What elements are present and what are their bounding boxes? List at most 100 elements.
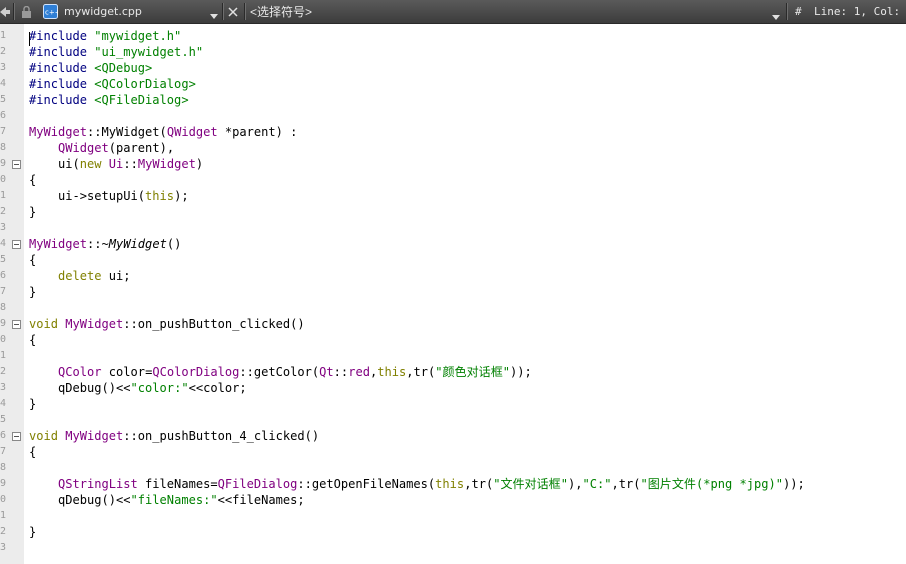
code-line[interactable]: 4 MyWidget::~MyWidget() — [0, 236, 906, 252]
code-line[interactable]: 7} — [0, 284, 906, 300]
code-text: { — [29, 444, 36, 460]
code-line[interactable]: 6 — [0, 108, 906, 124]
code-line[interactable]: 9 QStringList fileNames=QFileDialog::get… — [0, 476, 906, 492]
code-line[interactable]: 9 ui(new Ui::MyWidget) — [0, 156, 906, 172]
code-editor[interactable]: 1 #include "mywidget.h" 2 #include "ui_mywi… — [0, 24, 906, 564]
fold-collapse-icon[interactable] — [12, 320, 21, 329]
code-text: #include <QFileDialog> — [29, 92, 189, 108]
code-line[interactable]: 1 — [0, 508, 906, 524]
code-line[interactable]: 0{ — [0, 332, 906, 348]
code-token: } — [29, 525, 37, 539]
code-line[interactable]: 9 void MyWidget::on_pushButton_clicked() — [0, 316, 906, 332]
line-number: 1 — [0, 350, 6, 361]
code-token: )); — [782, 477, 805, 491]
code-line[interactable]: 5 — [0, 412, 906, 428]
code-token: )); — [510, 365, 532, 379]
fold-collapse-icon[interactable] — [12, 240, 21, 249]
code-token: *parent) : — [217, 125, 298, 139]
code-line[interactable]: 2} — [0, 524, 906, 540]
close-icon[interactable] — [228, 0, 240, 23]
code-token: ,tr( — [464, 477, 494, 491]
code-token: Ui — [108, 157, 124, 171]
code-line[interactable]: 7{ — [0, 444, 906, 460]
code-token: color= — [101, 365, 153, 379]
line-number: 2 — [0, 526, 6, 537]
line-number: 9 — [0, 158, 6, 169]
code-token: this — [145, 189, 175, 203]
code-token: } — [29, 397, 37, 411]
code-token: { — [29, 445, 37, 459]
code-line[interactable]: 3 — [0, 220, 906, 236]
code-line[interactable]: 1 — [0, 348, 906, 364]
code-line[interactable]: 6 delete ui; — [0, 268, 906, 284]
code-line[interactable]: 4} — [0, 396, 906, 412]
code-token: "color:" — [130, 381, 189, 395]
line-number: 8 — [0, 302, 6, 313]
file-selector[interactable]: mywidget.cpp — [64, 0, 220, 23]
code-line[interactable]: 6 void MyWidget::on_pushButton_4_clicked(… — [0, 428, 906, 444]
code-token: #include — [29, 29, 95, 43]
code-text: #include <QColorDialog> — [29, 76, 196, 92]
line-number: 1 — [0, 510, 6, 521]
line-number: 5 — [0, 414, 6, 425]
code-token: #include — [29, 45, 95, 59]
lock-icon[interactable] — [21, 0, 33, 23]
code-line[interactable]: 1 #include "mywidget.h" — [0, 28, 906, 44]
text-cursor — [29, 32, 30, 46]
code-text: { — [29, 332, 36, 348]
line-number: 3 — [0, 62, 6, 73]
editor-toolbar: c++ mywidget.cpp <选择符号> # Line: 1, Col: … — [0, 0, 906, 24]
hash-indicator: # — [795, 5, 802, 18]
code-line[interactable]: 8 — [0, 300, 906, 316]
code-token: <<color; — [188, 381, 247, 395]
code-line[interactable]: 8 — [0, 460, 906, 476]
code-text: qDebug()<<"color:"<<color; — [29, 380, 247, 396]
code-line[interactable]: 4 #include <QColorDialog> — [0, 76, 906, 92]
code-text: ui(new Ui::MyWidget) — [29, 156, 203, 172]
code-token: qDebug()<< — [29, 381, 131, 395]
line-number: 8 — [0, 462, 6, 473]
line-number: 2 — [0, 206, 6, 217]
line-number: 6 — [0, 110, 6, 121]
code-line[interactable]: 7 MyWidget::MyWidget(QWidget *parent) : — [0, 124, 906, 140]
code-token: red — [348, 365, 370, 379]
chevron-down-icon — [210, 8, 218, 22]
code-token: ), — [567, 477, 583, 491]
code-line[interactable]: 3 qDebug()<<"color:"<<color; — [0, 380, 906, 396]
code-text: #include "ui_mywidget.h" — [29, 44, 203, 60]
code-line[interactable]: 2 QColor color=QColorDialog::getColor(Qt… — [0, 364, 906, 380]
code-line[interactable]: 2 #include "ui_mywidget.h" — [0, 44, 906, 60]
fold-collapse-icon[interactable] — [12, 432, 21, 441]
code-token: () — [166, 237, 182, 251]
code-line[interactable]: 8 QWidget(parent), — [0, 140, 906, 156]
symbol-selector[interactable]: <选择符号> — [250, 0, 782, 23]
code-text: QColor color=QColorDialog::getColor(Qt::… — [29, 364, 532, 380]
code-token: ::on_pushButton_clicked() — [123, 317, 305, 331]
line-number: 0 — [0, 174, 6, 185]
code-line[interactable]: 3 #include <QDebug> — [0, 60, 906, 76]
code-line[interactable]: 3 — [0, 540, 906, 556]
code-line[interactable]: 0{ — [0, 172, 906, 188]
code-token: "文件对话框" — [493, 477, 568, 491]
line-number: 3 — [0, 222, 6, 233]
code-line[interactable]: 0 qDebug()<<"fileNames:"<<fileNames; — [0, 492, 906, 508]
line-number: 3 — [0, 382, 6, 393]
code-text: void MyWidget::on_pushButton_4_clicked() — [29, 428, 319, 444]
chevron-down-icon — [772, 9, 780, 23]
code-token: ui->setupUi( — [29, 189, 146, 203]
code-line[interactable]: 5{ — [0, 252, 906, 268]
line-number: 7 — [0, 126, 6, 137]
back-arrow-icon[interactable] — [0, 0, 10, 23]
code-token: :: — [333, 365, 349, 379]
code-line[interactable]: 1 ui->setupUi(this); — [0, 188, 906, 204]
code-token: void — [29, 429, 66, 443]
code-token: ); — [174, 189, 189, 203]
code-token: <QColorDialog> — [94, 77, 196, 91]
code-token: ui( — [29, 157, 80, 171]
cpp-file-icon: c++ — [43, 0, 59, 23]
line-number: 9 — [0, 318, 6, 329]
fold-collapse-icon[interactable] — [12, 160, 21, 169]
code-line[interactable]: 5 #include <QFileDialog> — [0, 92, 906, 108]
code-line[interactable]: 2} — [0, 204, 906, 220]
